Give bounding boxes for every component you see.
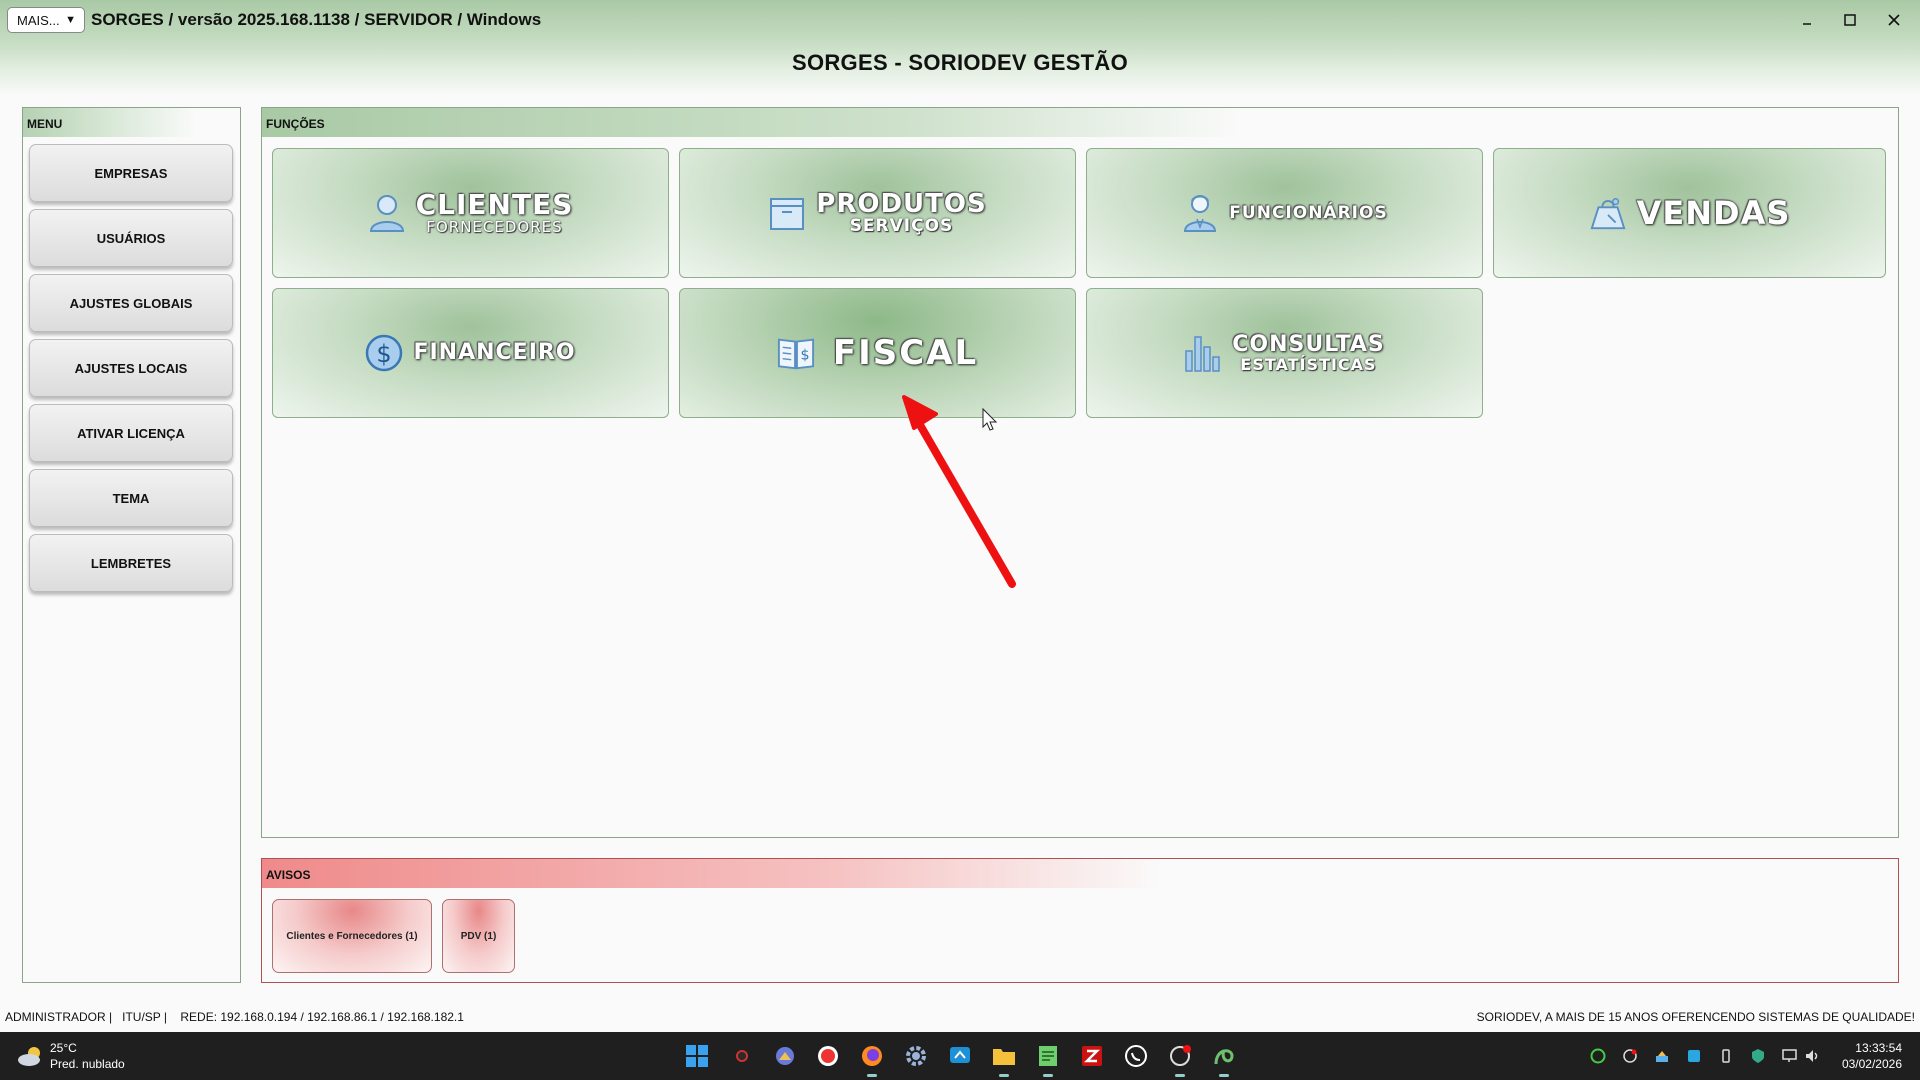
weather-widget[interactable]: 25°C Pred. nublado — [16, 1040, 125, 1072]
tray-usb-icon[interactable] — [1717, 1047, 1735, 1065]
weather-desc: Pred. nublado — [50, 1057, 125, 1071]
menu-empresas-button[interactable]: EMPRESAS — [29, 144, 233, 202]
dollar-icon: $ — [365, 333, 403, 373]
tray-whatsapp-icon[interactable] — [1589, 1047, 1607, 1065]
bar-chart-icon — [1184, 333, 1222, 373]
vendas-button[interactable]: VENDAS — [1493, 148, 1886, 278]
tray-cloud-icon[interactable] — [1653, 1047, 1671, 1065]
consultas-title: CONSULTAS — [1232, 331, 1385, 357]
maximize-icon — [1844, 14, 1856, 26]
menu-tema-button[interactable]: TEMA — [29, 469, 233, 527]
tray-volume-icon[interactable] — [1803, 1047, 1821, 1065]
media-app-icon[interactable] — [727, 1041, 757, 1071]
settings-gear-icon[interactable] — [901, 1041, 931, 1071]
scale-icon — [1589, 193, 1627, 233]
remote-desktop-icon[interactable] — [945, 1041, 975, 1071]
cloud-icon — [18, 1047, 40, 1066]
clock-date: 03/02/2026 — [1841, 1057, 1902, 1071]
clock-time: 13:33:54 — [1855, 1041, 1902, 1055]
status-user-network: ADMINISTRADOR | ITU/SP | REDE: 192.168.0… — [5, 1010, 464, 1024]
produtos-title: PRODUTOS — [816, 189, 987, 219]
windows-start-icon[interactable] — [682, 1041, 712, 1071]
chatgpt-icon[interactable] — [1165, 1041, 1195, 1077]
menu-ativar-licenca-button[interactable]: ATIVAR LICENÇA — [29, 404, 233, 462]
fiscal-title: FISCAL — [832, 333, 979, 373]
avisos-header: AVISOS — [262, 859, 1898, 888]
firefox-icon[interactable] — [857, 1041, 887, 1077]
close-button[interactable] — [1879, 8, 1909, 32]
whatsapp-icon[interactable] — [1121, 1041, 1151, 1071]
menu-usuarios-button[interactable]: USUÁRIOS — [29, 209, 233, 267]
tray-defender-icon[interactable] — [1685, 1047, 1703, 1065]
fiscal-button[interactable]: $ FISCAL — [679, 288, 1076, 418]
taskbar: 25°C Pred. nublado 13:33:54 03/02/2026 — [0, 1032, 1920, 1080]
funcionarios-title: FUNCIONÁRIOS — [1229, 202, 1388, 223]
caret-down-icon: ▼ — [65, 14, 76, 26]
ledger-icon: $ — [777, 333, 815, 373]
menu-ajustes-globais-button[interactable]: AJUSTES GLOBAIS — [29, 274, 233, 332]
clientes-title: CLIENTES — [415, 188, 574, 221]
financeiro-title: FINANCEIRO — [413, 340, 576, 365]
sorges-app-icon[interactable] — [1209, 1041, 1239, 1077]
functions-header: FUNÇÕES — [262, 108, 1898, 137]
weather-temp: 25°C — [50, 1041, 77, 1055]
browser-app-icon[interactable] — [813, 1041, 843, 1071]
mais-dropdown-button[interactable]: MAIS... ▼ — [7, 7, 85, 33]
app-title: SORGES - SORIODEV GESTÃO — [791, 50, 1129, 75]
menu-header: MENU — [23, 108, 240, 137]
svg-text:$: $ — [377, 340, 392, 368]
maximize-button[interactable] — [1835, 8, 1865, 32]
minimize-icon — [1803, 23, 1811, 25]
consultas-button[interactable]: CONSULTAS ESTATÍSTICAS — [1086, 288, 1483, 418]
aviso-pdv-button[interactable]: PDV (1) — [442, 899, 515, 973]
functions-panel: FUNÇÕES CLIENTES FORNECEDORES PRODUTOS S… — [261, 107, 1899, 838]
person-icon — [368, 193, 406, 233]
minimize-button[interactable] — [1792, 8, 1822, 32]
menu-lembretes-button[interactable]: LEMBRETES — [29, 534, 233, 592]
filezilla-icon[interactable] — [1077, 1041, 1107, 1071]
produtos-button[interactable]: PRODUTOS SERVIÇOS — [679, 148, 1076, 278]
status-slogan: SORIODEV, A MAIS DE 15 ANOS OFERENCENDO … — [1476, 1010, 1915, 1024]
employee-icon — [1181, 193, 1219, 233]
funcionarios-button[interactable]: FUNCIONÁRIOS — [1086, 148, 1483, 278]
menu-panel: MENU EMPRESAS USUÁRIOS AJUSTES GLOBAIS A… — [22, 107, 241, 983]
mais-label: MAIS... — [17, 12, 60, 28]
box-icon — [768, 193, 806, 233]
tray-chatgpt-icon[interactable] — [1621, 1047, 1639, 1065]
financeiro-button[interactable]: $ FINANCEIRO — [272, 288, 669, 418]
svg-text:$: $ — [800, 348, 809, 364]
file-explorer-icon[interactable] — [989, 1041, 1019, 1077]
clientes-subtitle: FORNECEDORES — [426, 218, 563, 236]
vendas-title: VENDAS — [1636, 194, 1791, 232]
tray-network-icon[interactable] — [1781, 1047, 1799, 1065]
taskbar-clock[interactable]: 13:33:54 03/02/2026 — [1842, 1040, 1902, 1072]
tray-vpn-icon[interactable] — [1749, 1047, 1767, 1065]
aviso-clientes-fornecedores-button[interactable]: Clientes e Fornecedores (1) — [272, 899, 432, 973]
notepad-icon[interactable] — [1033, 1041, 1063, 1077]
produtos-subtitle: SERVIÇOS — [849, 216, 954, 236]
consultas-subtitle: ESTATÍSTICAS — [1240, 354, 1377, 374]
clientes-button[interactable]: CLIENTES FORNECEDORES — [272, 148, 669, 278]
menu-ajustes-locais-button[interactable]: AJUSTES LOCAIS — [29, 339, 233, 397]
close-icon — [1888, 14, 1900, 26]
avisos-panel: AVISOS Clientes e Fornecedores (1) PDV (… — [261, 858, 1899, 983]
window-title: SORGES / versão 2025.168.1138 / SERVIDOR… — [91, 10, 542, 29]
title-bar: MAIS... ▼ SORGES / versão 2025.168.1138 … — [0, 0, 1920, 40]
photos-app-icon[interactable] — [770, 1041, 800, 1071]
status-bar: ADMINISTRADOR | ITU/SP | REDE: 192.168.0… — [0, 1008, 1920, 1025]
